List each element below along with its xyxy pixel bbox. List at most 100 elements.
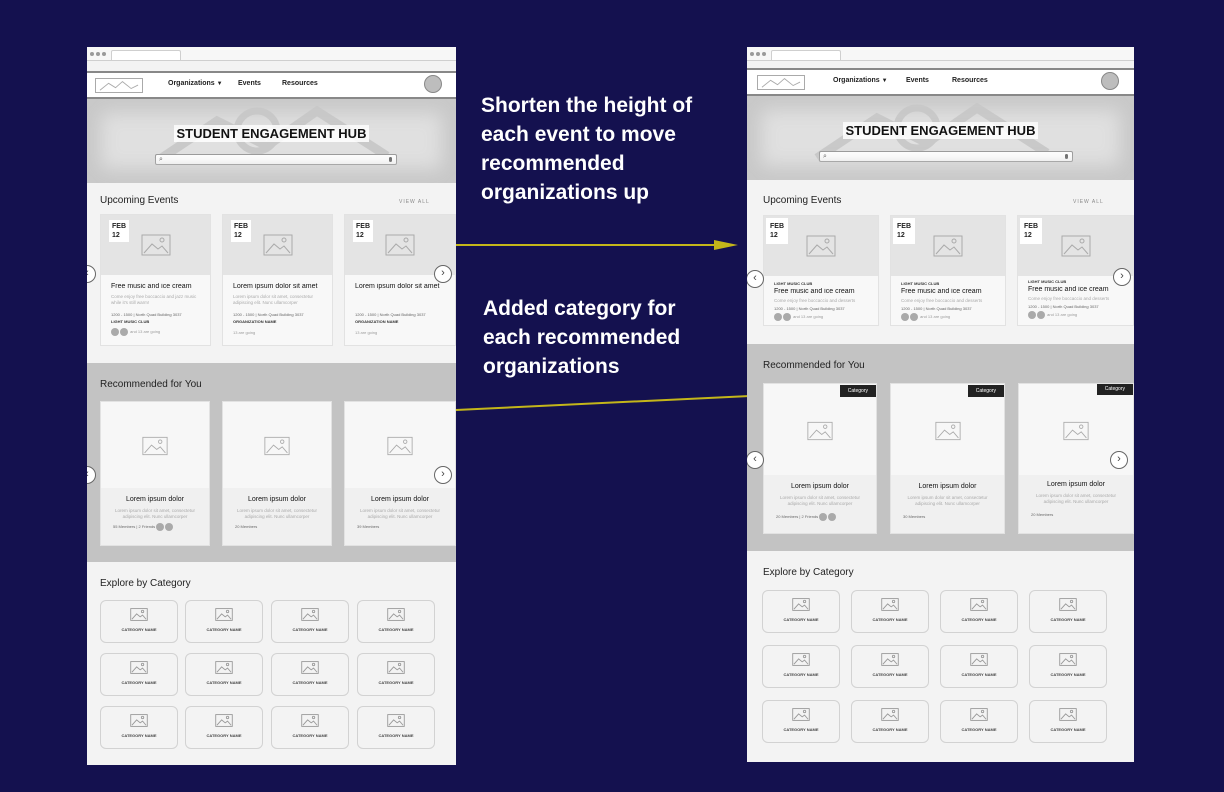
logo[interactable] (757, 75, 805, 90)
category-tile[interactable]: CATEGORY NAME (185, 653, 263, 696)
hero: STUDENT ENGAGEMENT HUB ⌕ (747, 96, 1134, 180)
recommended-card[interactable]: Lorem ipsum dolor Lorem ipsum dolor sit … (222, 401, 332, 546)
category-tile[interactable]: CATEGORY NAME (851, 645, 929, 688)
category-badge: Category (967, 385, 1004, 397)
image-placeholder-icon (387, 661, 405, 674)
category-tile[interactable]: CATEGORY NAME (762, 590, 840, 633)
search-input[interactable]: ⌕ (155, 154, 397, 165)
category-tile[interactable]: CATEGORY NAME (357, 600, 435, 643)
avatar[interactable] (424, 75, 442, 93)
category-tile[interactable]: CATEGORY NAME (851, 700, 929, 743)
category-tile[interactable]: CATEGORY NAME (100, 653, 178, 696)
category-name: CATEGORY NAME (961, 727, 997, 732)
event-date: FEB 12 (353, 220, 373, 242)
org-meta: 39 Members (357, 524, 380, 529)
event-card[interactable]: FEB 12 Lorem ipsum dolor sit amet Lorem i… (222, 214, 333, 346)
image-placeholder-icon (130, 608, 148, 621)
category-tile[interactable]: CATEGORY NAME (1029, 590, 1107, 633)
arrow-events-head (714, 240, 738, 250)
nav-organizations[interactable]: Organizations ▼ (168, 80, 223, 87)
image-placeholder-icon (792, 653, 810, 666)
nav-events[interactable]: Events (906, 77, 929, 84)
event-club: ORGANIZATION NAME (233, 319, 277, 324)
image-placeholder-icon (215, 608, 233, 621)
org-desc: Lorem ipsum dolor sit amet, consectetur … (779, 495, 861, 506)
event-meta: 1200 - 1500 | North Quad Building 3037 (774, 306, 845, 311)
annotation-category: Added category for each recommended orga… (483, 297, 681, 378)
search-icon: ⌕ (823, 153, 827, 160)
category-tile[interactable]: CATEGORY NAME (271, 653, 349, 696)
event-card[interactable]: FEB 12 LIGHT MUSIC CLUB Free music and ic… (763, 215, 879, 326)
carousel-next-button[interactable]: › (1113, 268, 1131, 286)
category-name: CATEGORY NAME (783, 672, 819, 677)
category-tile[interactable]: CATEGORY NAME (762, 645, 840, 688)
image-placeholder-icon (1059, 708, 1077, 721)
image-placeholder-icon (806, 235, 836, 257)
event-title: Free music and ice cream (1028, 286, 1109, 293)
category-tile[interactable]: CATEGORY NAME (271, 600, 349, 643)
view-all-link[interactable]: VIEW ALL (1073, 199, 1104, 205)
category-tile[interactable]: CATEGORY NAME (1029, 700, 1107, 743)
view-all-link[interactable]: VIEW ALL (399, 199, 430, 205)
image-placeholder-icon (933, 235, 963, 257)
carousel-prev-button[interactable]: ‹ (87, 265, 96, 283)
microphone-icon[interactable] (389, 157, 392, 162)
recommended-card[interactable]: Category Lorem ipsum dolor Lorem ipsum d… (763, 383, 877, 534)
category-tile[interactable]: CATEGORY NAME (1029, 645, 1107, 688)
nav-resources[interactable]: Resources (952, 77, 988, 84)
category-tile[interactable]: CATEGORY NAME (185, 600, 263, 643)
category-tile[interactable]: CATEGORY NAME (940, 700, 1018, 743)
org-title: Lorem ipsum dolor (791, 483, 849, 490)
category-tile[interactable]: CATEGORY NAME (940, 590, 1018, 633)
category-tile[interactable]: CATEGORY NAME (357, 653, 435, 696)
category-tile[interactable]: CATEGORY NAME (940, 645, 1018, 688)
event-desc: Come enjoy free boccaccio and desserts (1028, 296, 1110, 301)
event-title: Free music and ice cream (774, 288, 855, 295)
nav-events[interactable]: Events (238, 80, 261, 87)
event-club: LIGHT MUSIC CLUB (111, 319, 150, 324)
category-tile[interactable]: CATEGORY NAME (762, 700, 840, 743)
category-tile[interactable]: CATEGORY NAME (100, 706, 178, 749)
nav-resources[interactable]: Resources (282, 80, 318, 87)
category-name: CATEGORY NAME (378, 627, 414, 632)
org-meta: 20 Members | 2 Friends (776, 513, 837, 521)
image-placeholder-icon (301, 608, 319, 621)
category-tile[interactable]: CATEGORY NAME (851, 590, 929, 633)
logo[interactable] (95, 78, 143, 93)
hero: STUDENT ENGAGEMENT HUB ⌕ (87, 99, 456, 183)
category-name: CATEGORY NAME (1050, 672, 1086, 677)
carousel-prev-button[interactable]: ‹ (747, 270, 764, 288)
event-card[interactable]: FEB 12 LIGHT MUSIC CLUB Free music and ic… (890, 215, 1006, 326)
carousel-next-button[interactable]: › (434, 265, 452, 283)
image-placeholder-icon (1063, 421, 1089, 440)
hero-title: STUDENT ENGAGEMENT HUB (747, 122, 1134, 139)
image-placeholder-icon (387, 714, 405, 727)
image-placeholder-icon (215, 661, 233, 674)
carousel-next-button[interactable]: › (434, 466, 452, 484)
image-placeholder-icon (301, 661, 319, 674)
org-image (101, 402, 209, 490)
avatar[interactable] (1101, 72, 1119, 90)
event-date: FEB 12 (109, 220, 129, 242)
event-meta: 1200 - 1500 | North Quad Building 3037 (355, 312, 426, 317)
category-tile[interactable]: CATEGORY NAME (271, 706, 349, 749)
recommended-card[interactable]: Lorem ipsum dolor Lorem ipsum dolor sit … (100, 401, 210, 546)
category-tile[interactable]: CATEGORY NAME (100, 600, 178, 643)
nav-organizations[interactable]: Organizations ▼ (833, 77, 888, 84)
nav-bar: Organizations ▼ Events Resources (747, 68, 1134, 96)
category-tile[interactable]: CATEGORY NAME (185, 706, 263, 749)
category-name: CATEGORY NAME (872, 672, 908, 677)
section-title-recommended: Recommended for You (100, 379, 202, 390)
category-name: CATEGORY NAME (1050, 727, 1086, 732)
image-placeholder-icon (792, 598, 810, 611)
event-card[interactable]: FEB 12 Free music and ice cream Come enjo… (100, 214, 211, 346)
image-placeholder-icon (301, 714, 319, 727)
event-meta: 1200 - 1500 | North Quad Building 3037 (901, 306, 972, 311)
image-placeholder-icon (970, 708, 988, 721)
section-title-explore: Explore by Category (763, 567, 854, 578)
recommended-card[interactable]: Category Lorem ipsum dolor Lorem ipsum d… (890, 383, 1005, 534)
carousel-next-button[interactable]: › (1110, 451, 1128, 469)
category-tile[interactable]: CATEGORY NAME (357, 706, 435, 749)
microphone-icon[interactable] (1065, 154, 1068, 159)
search-input[interactable]: ⌕ (819, 151, 1073, 162)
